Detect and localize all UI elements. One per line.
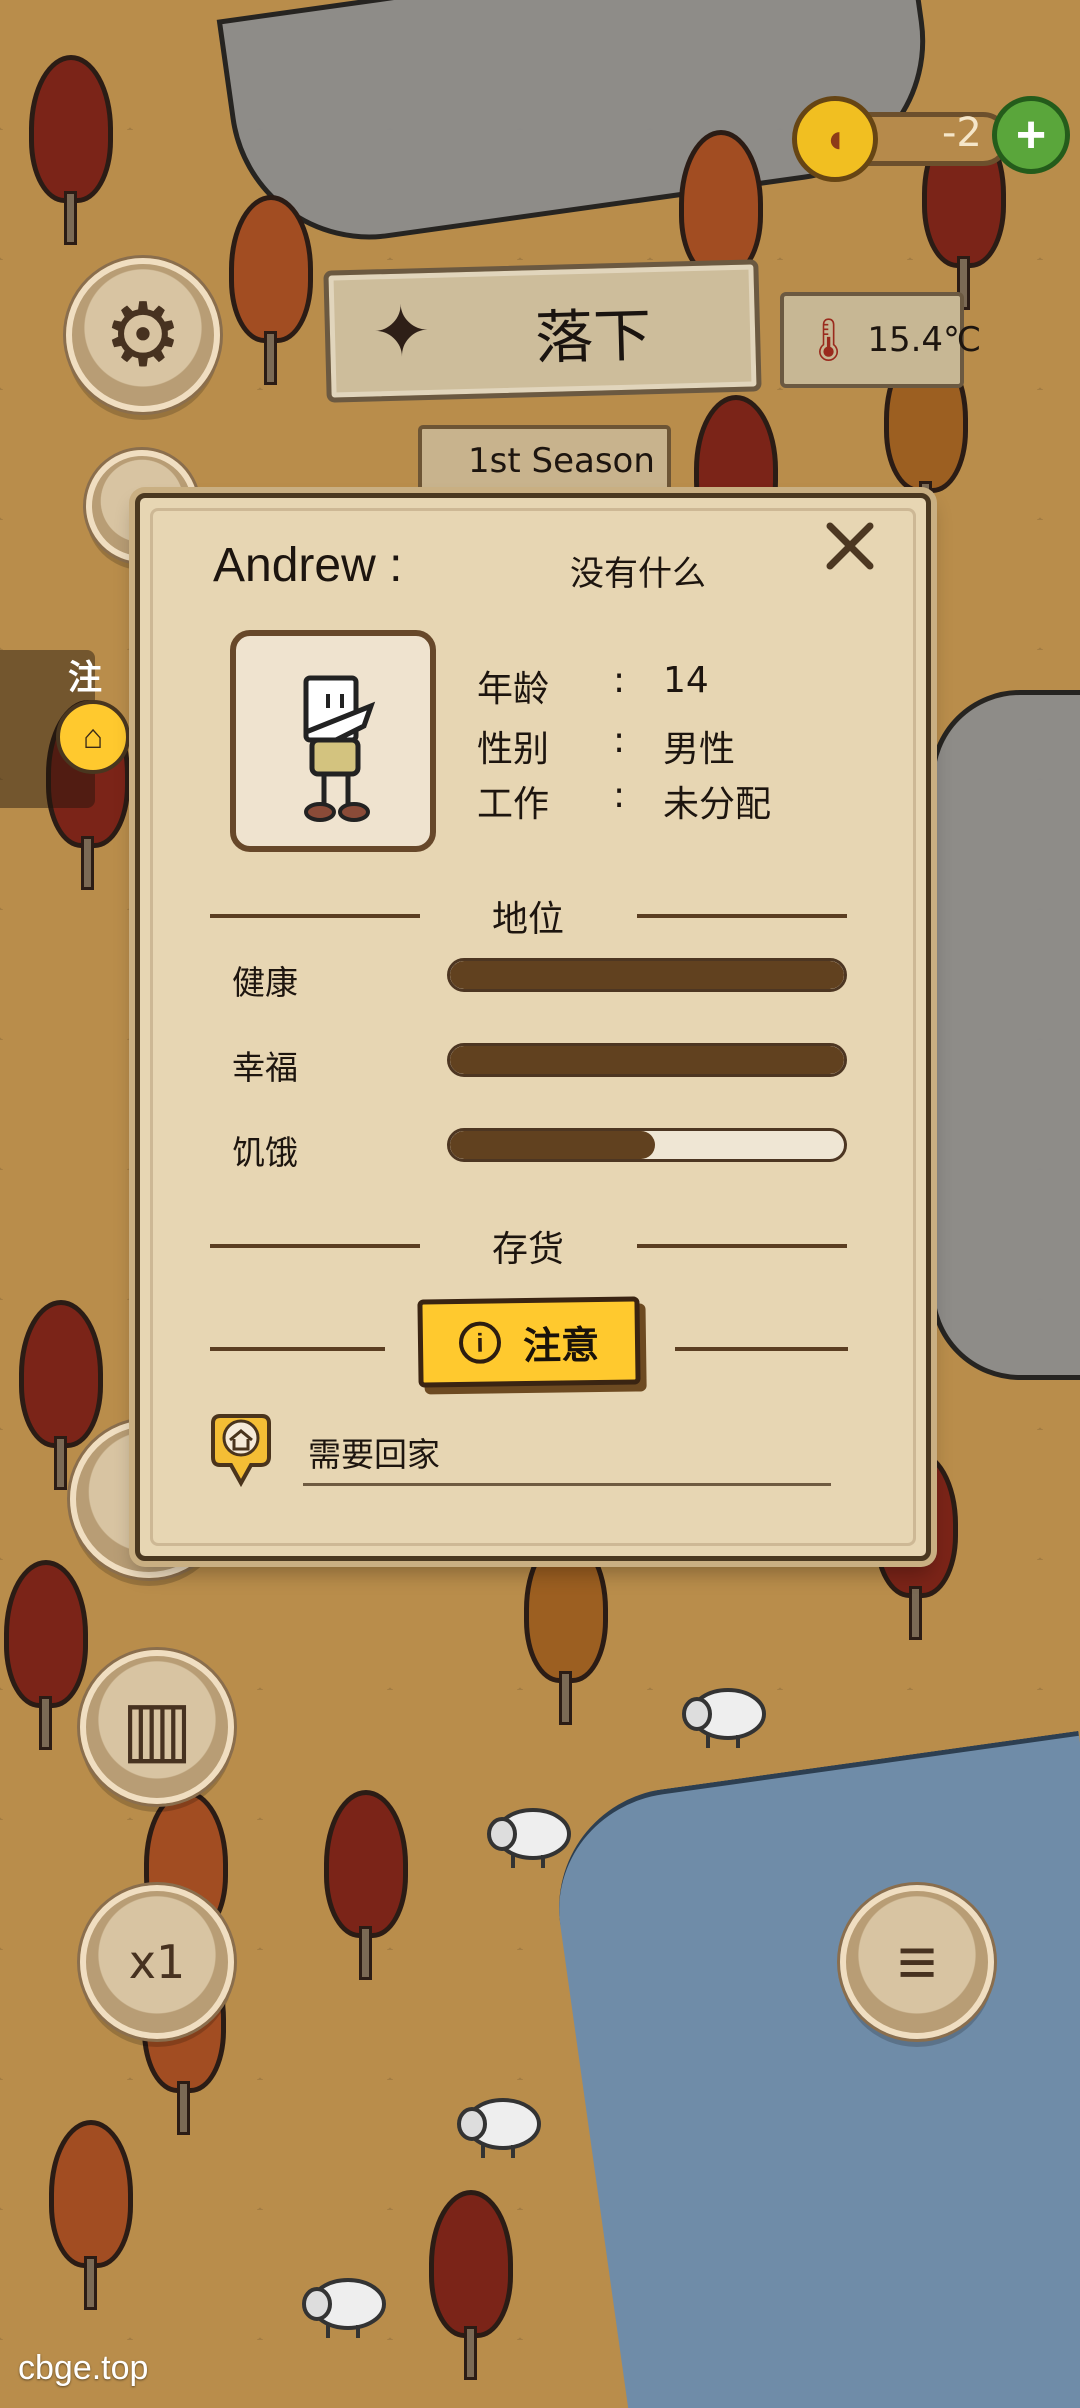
settings-button[interactable]: ⚙ [66,258,220,412]
resource-counter: ◖ -2 + [792,94,1070,184]
character-dialog: Andrew : 没有什么 年龄 : 14 性别 : 男性 工作 : 未分配 地… [135,493,931,1561]
rock-area-right [930,690,1080,1380]
job-colon: : [613,775,626,816]
character-portrait [230,630,436,852]
character-avatar [303,675,376,822]
hunger-bar [447,1128,847,1162]
sheep[interactable] [485,1800,575,1870]
temperature-board: 🌡 15.4℃ [780,292,981,388]
sheep[interactable] [680,1680,770,1750]
speed-button[interactable]: x1 [80,1885,234,2039]
age-label: 年龄 [477,669,550,710]
menu-icon: ≡ [897,1924,937,2000]
status-divider-right [637,914,847,918]
season-name: 落下 [534,301,653,373]
tree [45,2120,137,2310]
character-status-text: 没有什么 [570,554,706,594]
inventory-divider-right [637,1244,847,1248]
sheep[interactable] [455,2090,545,2160]
age-colon: : [613,660,626,701]
season-label-board: 1st Season [418,425,671,501]
tree [0,1560,92,1750]
storage-shed-icon: ▥ [121,1685,193,1771]
health-label: 健康 [232,963,298,1002]
info-icon: i [458,1321,502,1364]
gender-colon: : [613,720,626,761]
happiness-bar [447,1043,847,1077]
inventory-section-title: 存货 [492,1229,565,1270]
health-bar-fill [450,961,844,989]
resource-icon: ◖ [792,96,878,182]
notice-divider-right [675,1347,848,1351]
season-label: 1st Season [468,441,655,481]
tree [25,55,117,245]
status-divider-left [210,914,420,918]
gender-value: 男性 [663,729,736,770]
home-notice-icon[interactable]: ⌂ [56,700,130,774]
sheep[interactable] [300,2270,390,2340]
gear-icon: ⚙ [103,285,183,384]
job-label: 工作 [477,784,550,825]
tree [520,1535,612,1725]
lake [543,1730,1080,2408]
leaf-icon: ✦ [370,291,432,372]
speed-label: x1 [128,1935,186,1989]
season-board: ✦ 落下 [323,259,762,403]
menu-button[interactable]: ≡ [840,1885,994,2039]
character-name: Andrew : [213,539,403,592]
inventory-divider-left [210,1244,420,1248]
status-section-title: 地位 [492,899,565,940]
storage-button[interactable]: ▥ [80,1650,234,1804]
left-notice-tab[interactable]: 注意 ⌂ [0,650,130,808]
thermometer-icon: 🌡 [802,315,856,363]
watermark: cbge.top [18,2349,149,2387]
notice-button[interactable]: i 注意 [417,1296,641,1388]
notice-divider-left [210,1347,385,1351]
gender-label: 性别 [477,729,550,770]
health-bar [447,958,847,992]
hunger-bar-fill [450,1131,655,1159]
age-value: 14 [663,660,709,701]
notice-button-label: 注意 [522,1322,600,1368]
job-value: 未分配 [663,784,772,825]
need-home-text: 需要回家 [308,1435,440,1474]
home-pin-icon [211,1414,271,1487]
hunger-label: 饥饿 [232,1133,298,1172]
close-icon[interactable] [822,518,878,574]
happiness-bar-fill [450,1046,844,1074]
tree [320,1790,412,1980]
tree [425,2190,517,2380]
tree [225,195,317,385]
add-resource-button[interactable]: + [992,96,1070,174]
need-underline [303,1483,831,1486]
resource-value: -2 [942,110,982,156]
happiness-label: 幸福 [232,1048,298,1087]
temperature-value: 15.4℃ [867,320,982,360]
